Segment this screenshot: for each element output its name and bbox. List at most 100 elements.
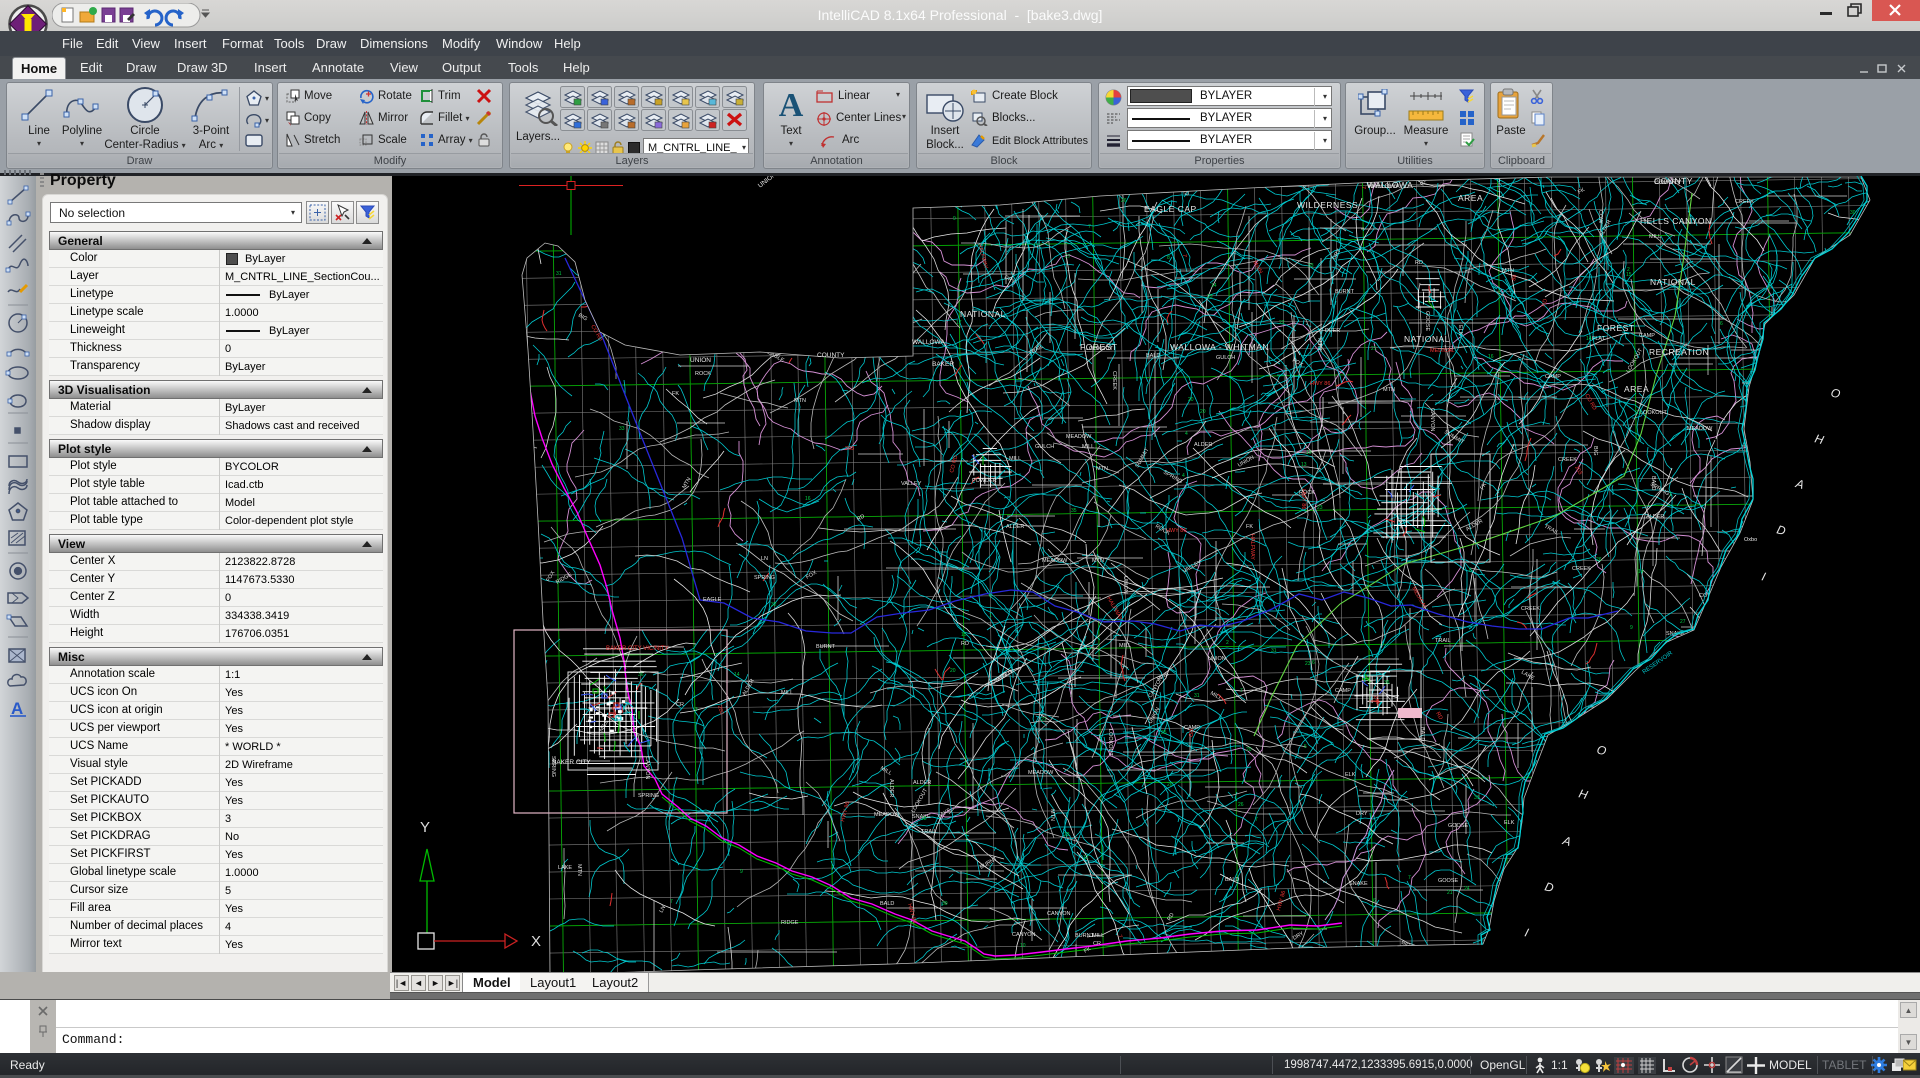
- svg-text:6: 6: [1469, 568, 1472, 574]
- svg-text:RESERVOIR: RESERVOIR: [1642, 650, 1675, 676]
- svg-text:RD: RD: [1434, 711, 1443, 721]
- svg-text:3: 3: [695, 707, 698, 713]
- svg-text:CREEK: CREEK: [1111, 371, 1117, 390]
- svg-text:7: 7: [1360, 186, 1366, 189]
- svg-text:16: 16: [805, 496, 811, 502]
- svg-text:18: 18: [921, 816, 927, 822]
- svg-text:7: 7: [1408, 875, 1411, 881]
- svg-text:AREA: AREA: [1624, 384, 1649, 394]
- svg-text:MTN: MTN: [1092, 558, 1104, 564]
- svg-text:23: 23: [1207, 294, 1213, 300]
- svg-text:203: 203: [845, 446, 854, 452]
- svg-text:RD: RD: [856, 514, 866, 523]
- svg-text:TRAIL: TRAIL: [921, 829, 937, 835]
- svg-text:19: 19: [1306, 450, 1312, 456]
- svg-text:31: 31: [1474, 795, 1480, 801]
- svg-text:CANYON: CANYON: [1429, 408, 1435, 432]
- svg-text:23: 23: [1305, 661, 1311, 667]
- svg-text:EAGLE CAP: EAGLE CAP: [1144, 204, 1197, 214]
- svg-text:27: 27: [1041, 717, 1047, 723]
- svg-text:MEDICAL: MEDICAL: [1430, 348, 1454, 354]
- svg-text:30: 30: [942, 901, 948, 907]
- svg-text:12: 12: [1083, 855, 1089, 861]
- svg-text:9: 9: [740, 869, 743, 875]
- svg-text:BALD: BALD: [1650, 476, 1656, 490]
- svg-text:6: 6: [1373, 898, 1376, 904]
- svg-text:ALDER: ALDER: [1006, 524, 1024, 530]
- svg-text:ELK: ELK: [1457, 325, 1463, 336]
- svg-text:RD: RD: [1187, 729, 1193, 737]
- svg-text:ALDER: ALDER: [1465, 518, 1484, 532]
- svg-text:14: 14: [1211, 283, 1217, 289]
- svg-text:WALLOWA - WHITMAN: WALLOWA - WHITMAN: [1170, 342, 1269, 352]
- svg-text:H: H: [1577, 786, 1589, 802]
- svg-text:ALDER: ALDER: [913, 780, 931, 786]
- svg-text:MILL: MILL: [1092, 933, 1104, 939]
- svg-text:RECREATION: RECREATION: [1649, 347, 1709, 357]
- svg-text:MTN: MTN: [1096, 466, 1108, 472]
- svg-text:POWDER: POWDER: [972, 478, 997, 484]
- svg-text:21: 21: [1371, 346, 1377, 352]
- svg-text:26: 26: [1121, 198, 1127, 204]
- svg-text:26: 26: [1238, 802, 1244, 808]
- svg-text:CR: CR: [1093, 941, 1101, 947]
- svg-text:Oxbo: Oxbo: [1744, 537, 1757, 543]
- svg-text:CO RD: CO RD: [949, 455, 959, 474]
- svg-text:BALD: BALD: [880, 901, 894, 907]
- svg-text:O: O: [1829, 385, 1842, 401]
- svg-text:14: 14: [734, 672, 740, 678]
- svg-text:33: 33: [1308, 263, 1314, 269]
- svg-text:RD: RD: [961, 641, 969, 647]
- svg-text:MEADOW: MEADOW: [1042, 558, 1068, 564]
- svg-text:7: 7: [1088, 224, 1091, 230]
- svg-text:22: 22: [1279, 320, 1285, 326]
- svg-text:ROCK: ROCK: [695, 371, 711, 377]
- svg-text:BURNT: BURNT: [979, 856, 999, 871]
- svg-text:MTN: MTN: [682, 477, 693, 490]
- svg-text:FLAT: FLAT: [1592, 336, 1606, 342]
- svg-text:VALLEY: VALLEY: [901, 481, 922, 487]
- svg-text:BIG: BIG: [1592, 446, 1598, 455]
- svg-text:23: 23: [1317, 505, 1323, 511]
- svg-text:203: 203: [716, 705, 724, 715]
- svg-text:1: 1: [1669, 492, 1672, 498]
- svg-text:SPRING: SPRING: [1162, 470, 1183, 486]
- svg-text:SPRING: SPRING: [638, 793, 659, 799]
- svg-text:A: A: [779, 89, 804, 121]
- svg-text:14: 14: [1638, 569, 1644, 575]
- svg-text:CANYON: CANYON: [1047, 911, 1071, 917]
- svg-text:COUNTY: COUNTY: [817, 352, 845, 359]
- svg-text:20: 20: [950, 668, 956, 674]
- svg-text:RIDGE: RIDGE: [781, 920, 799, 926]
- svg-text:LOOKOUT: LOOKOUT: [1107, 729, 1113, 757]
- svg-text:27: 27: [1065, 254, 1071, 260]
- svg-text:32: 32: [771, 602, 777, 608]
- svg-text:CREEK: CREEK: [1558, 457, 1577, 463]
- svg-text:UNION: UNION: [1148, 707, 1162, 725]
- svg-text:MTN: MTN: [1316, 338, 1322, 350]
- svg-text:26: 26: [1167, 782, 1173, 788]
- svg-text:SNAKE: SNAKE: [1349, 881, 1368, 887]
- svg-text:DRY: DRY: [1332, 248, 1343, 261]
- svg-text:COW: COW: [1699, 593, 1713, 599]
- svg-text:20: 20: [1188, 397, 1194, 403]
- svg-text:FOREST: FOREST: [1597, 323, 1634, 333]
- svg-text:ALDER: ALDER: [1194, 442, 1212, 448]
- svg-text:FOREST: FOREST: [1080, 342, 1117, 352]
- svg-text:13: 13: [1636, 410, 1642, 416]
- svg-text:TRAIL: TRAIL: [1543, 524, 1560, 537]
- svg-text:7: 7: [1240, 688, 1243, 694]
- svg-text:UNION: UNION: [690, 357, 711, 364]
- svg-text:UNION: UNION: [1208, 656, 1226, 662]
- svg-text:FK: FK: [1246, 524, 1253, 530]
- svg-text:36: 36: [1384, 680, 1390, 686]
- svg-text:MEADOW: MEADOW: [1066, 434, 1092, 440]
- svg-text:EAGLE: EAGLE: [703, 597, 722, 603]
- svg-text:MTN: MTN: [1049, 809, 1055, 821]
- svg-text:31: 31: [556, 271, 562, 277]
- svg-text:NATIONAL: NATIONAL: [1404, 334, 1450, 344]
- svg-text:1: 1: [989, 613, 992, 619]
- svg-text:MTN: MTN: [794, 398, 806, 404]
- svg-text:24: 24: [1464, 886, 1470, 892]
- svg-text:MILL: MILL: [879, 766, 893, 777]
